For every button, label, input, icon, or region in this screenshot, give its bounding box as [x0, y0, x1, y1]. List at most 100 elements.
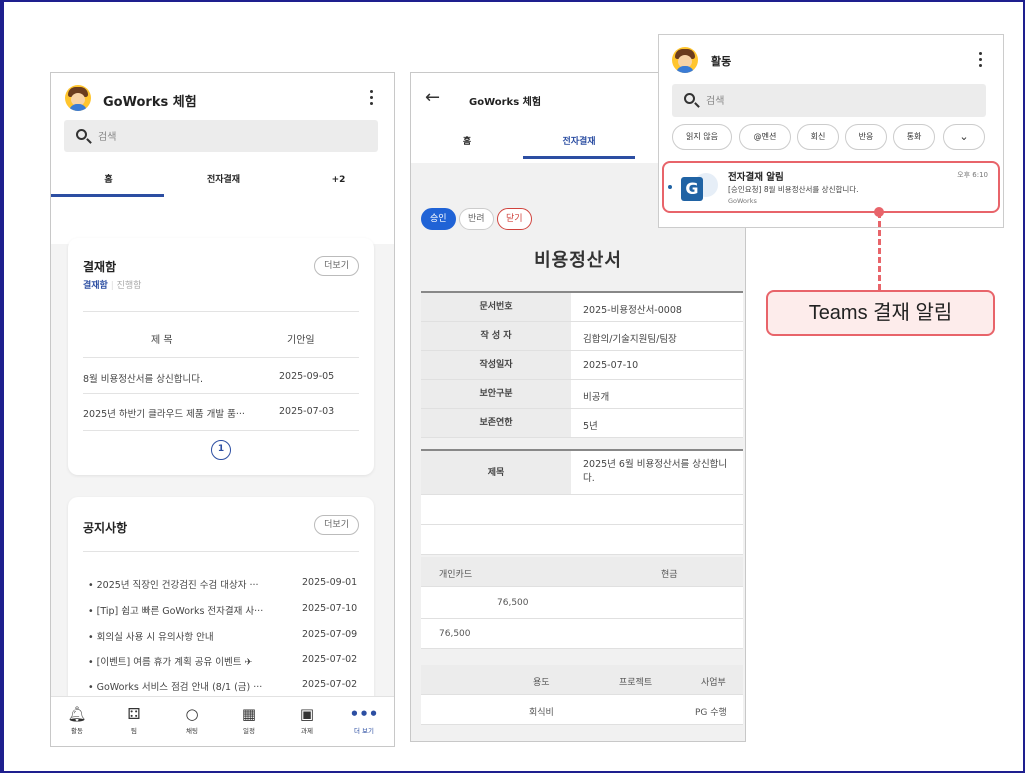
search-input[interactable]: 검색 [64, 120, 378, 152]
avatar[interactable] [672, 47, 698, 73]
approval-row-date: 2025-09-05 [279, 371, 335, 382]
callout-connector [878, 212, 881, 290]
nav-calendar[interactable]: ▦ 일정 [229, 703, 269, 735]
filter-reaction[interactable]: 반응 [845, 124, 887, 150]
unread-dot [668, 185, 672, 189]
col-project: 프로젝트 [619, 678, 653, 688]
nav-assignment[interactable]: ▣ 과제 [287, 703, 327, 735]
filter-reply[interactable]: 회신 [797, 124, 839, 150]
notice-date: 2025-07-10 [302, 603, 358, 614]
approval-row-title[interactable]: 8월 비용정산서를 상신합니다. [83, 371, 203, 385]
divider [83, 311, 359, 312]
payment-row [421, 587, 743, 619]
tab-approval[interactable]: 전자결재 [523, 125, 635, 159]
tab-home[interactable]: 홈 [411, 125, 523, 159]
notice-item[interactable]: • [이벤트] 여름 휴가 계획 공유 이벤트 ✈ [88, 654, 252, 668]
subject-row: 제목 2025년 6월 비용정산서를 상신합니다. [421, 451, 743, 495]
assignment-icon: ▣ [299, 705, 315, 723]
kebab-menu-icon[interactable] [370, 90, 374, 106]
info-row: 작성일자 2025-07-10 [421, 351, 743, 380]
notice-more-button[interactable]: 더보기 [314, 515, 359, 535]
notification-time: 오후 6:10 [957, 171, 988, 179]
divider [83, 357, 359, 358]
reject-button[interactable]: 반려 [459, 208, 494, 230]
pagination-page[interactable]: 1 [211, 440, 231, 460]
goworks-logo-icon: G [681, 177, 703, 201]
kebab-menu-icon[interactable] [979, 52, 983, 68]
callout-anchor-dot [874, 207, 884, 217]
team-icon: ⚃ [127, 705, 141, 723]
info-row: 보존연한 5년 [421, 409, 743, 438]
avatar[interactable] [65, 85, 91, 111]
column-header-date: 기안일 [287, 335, 315, 346]
approval-card: 결재함 더보기 결재함 | 진행함 제 목 기안일 8월 비용정산서를 상신합니… [68, 238, 374, 475]
divider [83, 393, 359, 394]
nav-more[interactable]: ••• 더 보기 [344, 703, 384, 735]
cash-label: 현금 [661, 570, 678, 580]
search-placeholder: 검색 [706, 96, 725, 107]
filter-unread[interactable]: 읽지 않음 [672, 124, 732, 150]
search-input[interactable]: 검색 [672, 84, 986, 117]
more-icon: ••• [349, 705, 379, 723]
notice-card: 공지사항 더보기 • 2025년 직장인 건강검진 수검 대상자 ··· 202… [68, 497, 374, 717]
cell-purpose: 회식비 [529, 708, 554, 718]
cell-division: PG 수행 [695, 708, 727, 718]
activity-title: 활동 [711, 55, 732, 68]
total-amount: 76,500 [439, 629, 471, 639]
approval-row-date: 2025-07-03 [279, 406, 335, 417]
document-title: 비용정산서 [534, 250, 622, 271]
notification-source: GoWorks [728, 197, 757, 205]
tab-bar: 홈 전자결재 +2 [51, 163, 394, 197]
notice-card-title: 공지사항 [83, 521, 128, 535]
nav-chat[interactable]: ○ 채팅 [172, 703, 212, 735]
nav-label: 일정 [243, 727, 255, 735]
tab-indicator [51, 194, 164, 197]
notice-item[interactable]: • 2025년 직장인 건강검진 수검 대상자 ··· [88, 577, 259, 591]
notice-date: 2025-07-02 [302, 654, 358, 665]
card-label: 개인카드 [439, 570, 473, 580]
notice-item[interactable]: • [Tip] 쉽고 빠른 GoWorks 전자결재 사··· [88, 603, 263, 617]
divider [83, 430, 359, 431]
tab-approval[interactable]: 전자결재 [166, 163, 281, 197]
divider [83, 551, 359, 552]
approval-more-button[interactable]: 더보기 [314, 256, 359, 276]
search-icon [684, 93, 695, 104]
card-amount: 76,500 [497, 598, 529, 608]
tab-home[interactable]: 홈 [51, 163, 166, 197]
filter-call[interactable]: 통화 [893, 124, 935, 150]
nav-team[interactable]: ⚃ 팀 [114, 703, 154, 735]
info-row: 작 성 자 김합의/기술지원팀/팀장 [421, 322, 743, 351]
notification-item[interactable]: G 전자결재 알림 [승인요청] 8월 비용정산서를 상신합니다. GoWork… [662, 161, 1000, 213]
callout-label: Teams 결재 알림 [766, 290, 995, 336]
nav-label: 활동 [71, 727, 83, 735]
search-icon [76, 129, 87, 140]
tab-indicator [523, 156, 635, 159]
notification-title: 전자결재 알림 [728, 172, 784, 183]
notice-date: 2025-07-02 [302, 679, 358, 690]
calendar-icon: ▦ [241, 705, 257, 723]
chevron-down-icon[interactable]: ⌄ [943, 124, 985, 150]
nav-label: 채팅 [186, 727, 198, 735]
approve-button[interactable]: 승인 [421, 208, 456, 230]
info-row: 문서번호 2025-비용정산서-0008 [421, 293, 743, 322]
notification-body: [승인요청] 8월 비용정산서를 상신합니다. [728, 185, 859, 194]
approval-card-title: 결재함 [83, 260, 117, 274]
notice-item[interactable]: • 회의실 사용 시 유의사항 안내 [88, 629, 214, 643]
tab-more[interactable]: +2 [281, 163, 394, 197]
info-row: 보안구분 비공개 [421, 380, 743, 409]
back-arrow-icon[interactable]: ← [425, 87, 440, 108]
app-header: GoWorks 체험 검색 홈 전자결재 +2 [51, 73, 394, 244]
subtab-in-progress[interactable]: 진행함 [117, 281, 142, 291]
close-button[interactable]: 닫기 [497, 208, 532, 230]
detail-title: GoWorks 체험 [469, 97, 542, 108]
chat-icon: ○ [185, 705, 199, 723]
subtab-inbox[interactable]: 결재함 [83, 281, 108, 291]
app-title: GoWorks 체험 [103, 95, 197, 110]
notice-item[interactable]: • GoWorks 서비스 점검 안내 (8/1 (금) ··· [88, 679, 262, 693]
approval-row-title[interactable]: 2025년 하반기 클라우드 제품 개발 품··· [83, 406, 245, 420]
bottom-nav: 🔔︎ 활동 ⚃ 팀 ○ 채팅 ▦ 일정 ▣ 과제 ••• 더 보기 [51, 696, 394, 746]
nav-activity[interactable]: 🔔︎ 활동 [57, 703, 97, 735]
notice-date: 2025-09-01 [302, 577, 358, 588]
filter-mention[interactable]: @멘션 [739, 124, 791, 150]
nav-label: 더 보기 [353, 727, 374, 735]
